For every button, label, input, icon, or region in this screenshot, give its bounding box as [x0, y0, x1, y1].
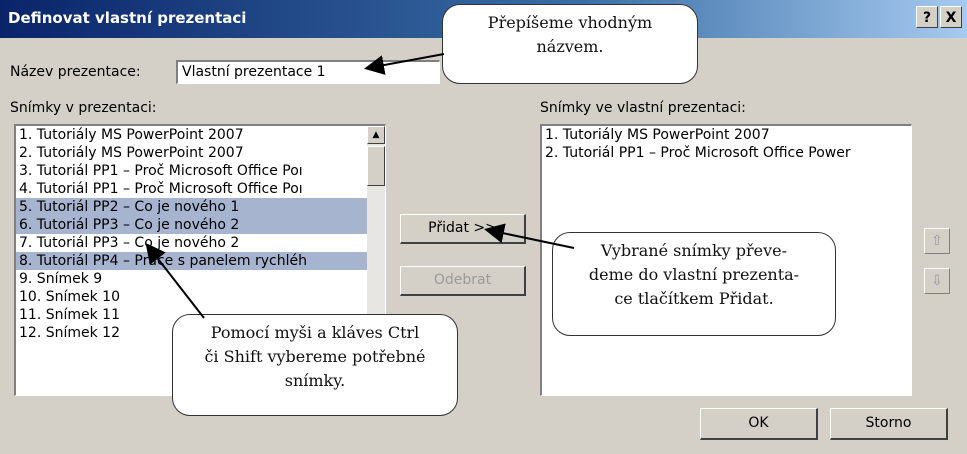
add-button[interactable]: Přidat >> — [400, 214, 526, 244]
rename-callout: Přepíšeme vhodným názvem. — [442, 4, 698, 84]
presentation-name-input[interactable]: Vlastní prezentace 1 — [176, 60, 440, 84]
select-callout-line-3: snímky. — [284, 371, 346, 390]
right-list-item[interactable]: 1. Tutoriály MS PowerPoint 2007 — [542, 126, 911, 144]
left-list-item[interactable]: 4. Tutoriál PP1 – Proč Microsoft Office … — [16, 180, 385, 198]
left-list-item[interactable]: 8. Tutoriál PP4 – Práce s panelem rychlé… — [16, 252, 385, 270]
close-button[interactable]: X — [940, 6, 962, 28]
left-list-item[interactable]: 7. Tutoriál PP3 – Co je nového 2 — [16, 234, 385, 252]
add-callout: Vybrané snímky převe- deme do vlastní pr… — [552, 232, 836, 336]
select-callout-line-2: či Shift vybereme potřebné — [204, 347, 426, 366]
cancel-button[interactable]: Storno — [830, 408, 948, 440]
right-list-item[interactable]: 2. Tutoriál PP1 – Proč Microsoft Office … — [542, 144, 911, 162]
add-callout-line-1: Vybrané snímky převe- — [600, 241, 788, 260]
add-callout-line-2: deme do vlastní prezenta- — [588, 265, 800, 284]
left-list-item[interactable]: 6. Tutoriál PP3 – Co je nového 2 — [16, 216, 385, 234]
left-list-item[interactable]: 1. Tutoriály MS PowerPoint 2007 — [16, 126, 385, 144]
rename-callout-line-1: Přepíšeme vhodným — [487, 13, 653, 32]
name-label: Název prezentace: — [10, 64, 141, 80]
ok-button[interactable]: OK — [700, 408, 818, 440]
select-callout: Pomocí myši a kláves Ctrl či Shift vyber… — [172, 314, 458, 416]
left-list-item[interactable]: 2. Tutoriály MS PowerPoint 2007 — [16, 144, 385, 162]
help-button[interactable]: ? — [916, 6, 938, 28]
left-list-item[interactable]: 5. Tutoriál PP2 – Co je nového 1 — [16, 198, 385, 216]
right-list-items: 1. Tutoriály MS PowerPoint 2007 2. Tutori… — [542, 126, 911, 162]
add-callout-line-3: ce tlačítkem Přidat. — [614, 289, 774, 308]
scroll-up-icon[interactable]: ▲ — [367, 126, 385, 144]
left-list-items: 1. Tutoriály MS PowerPoint 2007 2. Tutori… — [16, 126, 385, 342]
move-down-icon[interactable]: ⇩ — [924, 268, 950, 294]
move-up-icon[interactable]: ⇧ — [924, 228, 950, 254]
right-list-label: Snímky ve vlastní prezentaci: — [540, 100, 746, 116]
remove-button[interactable]: Odebrat — [400, 266, 526, 296]
dialog-title: Definovat vlastní prezentaci — [8, 9, 247, 27]
left-list-item[interactable]: 10. Snímek 10 — [16, 288, 385, 306]
scroll-thumb[interactable] — [367, 146, 385, 186]
left-list-label: Snímky v prezentaci: — [10, 100, 157, 116]
rename-callout-line-2: názvem. — [536, 37, 604, 56]
select-callout-line-1: Pomocí myši a kláves Ctrl — [210, 323, 420, 342]
left-list-item[interactable]: 9. Snímek 9 — [16, 270, 385, 288]
left-list-item[interactable]: 3. Tutoriál PP1 – Proč Microsoft Office … — [16, 162, 385, 180]
